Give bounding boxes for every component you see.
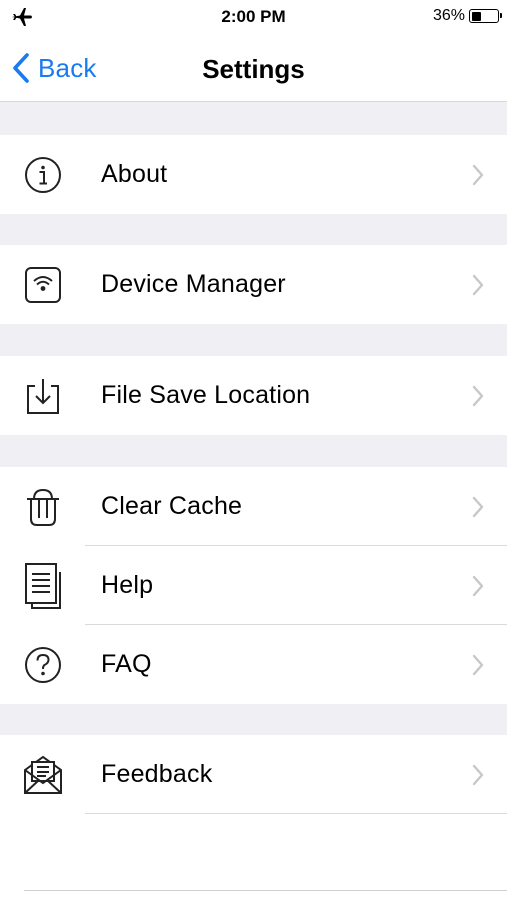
download-tray-icon [22,375,64,417]
battery-icon [469,9,502,23]
settings-row-label: Device Manager [101,270,286,298]
chevron-right-icon [471,496,485,518]
settings-group-feedback: Feedback [0,735,507,814]
chevron-right-icon [471,654,485,676]
chevron-right-icon [471,274,485,296]
status-bar: 2:00 PM 36% [0,0,507,36]
settings-row-device-manager[interactable]: Device Manager [0,245,507,324]
settings-group-device: Device Manager [0,245,507,324]
wifi-device-icon [22,264,64,306]
battery-percent: 36% [432,7,465,24]
settings-row-feedback[interactable]: Feedback [0,735,507,814]
chevron-right-icon [471,164,485,186]
chevron-right-icon [471,764,485,786]
chevron-right-icon [471,385,485,407]
settings-row-label: Help [101,571,154,599]
bottom-divider [24,890,507,891]
settings-row-label: About [101,160,168,188]
settings-row-clear-cache[interactable]: Clear Cache [0,467,507,546]
settings-row-about[interactable]: About [0,135,507,214]
settings-row-help[interactable]: Help [0,546,507,625]
settings-row-label: File Save Location [101,381,311,409]
mail-letter-icon [22,754,64,796]
settings-group-about: About [0,135,507,214]
document-icon [22,562,64,609]
chevron-right-icon [471,575,485,597]
settings-row-file-save-location[interactable]: File Save Location [0,356,507,435]
navigation-bar: Back Settings [0,36,507,102]
battery-fill [471,11,481,21]
settings-row-label: FAQ [101,650,152,678]
trash-icon [22,486,64,528]
settings-row-label: Clear Cache [101,492,243,520]
settings-group-support: Clear Cache Help FAQ [0,467,507,704]
question-icon [22,644,64,686]
settings-group-file: File Save Location [0,356,507,435]
battery-status: 36% [432,7,502,25]
bottom-blank-area [0,814,507,900]
page-title: Settings [202,54,305,84]
status-time: 2:00 PM [221,7,286,26]
settings-row-faq[interactable]: FAQ [0,625,507,704]
settings-row-label: Feedback [101,760,213,788]
info-icon [22,154,64,196]
